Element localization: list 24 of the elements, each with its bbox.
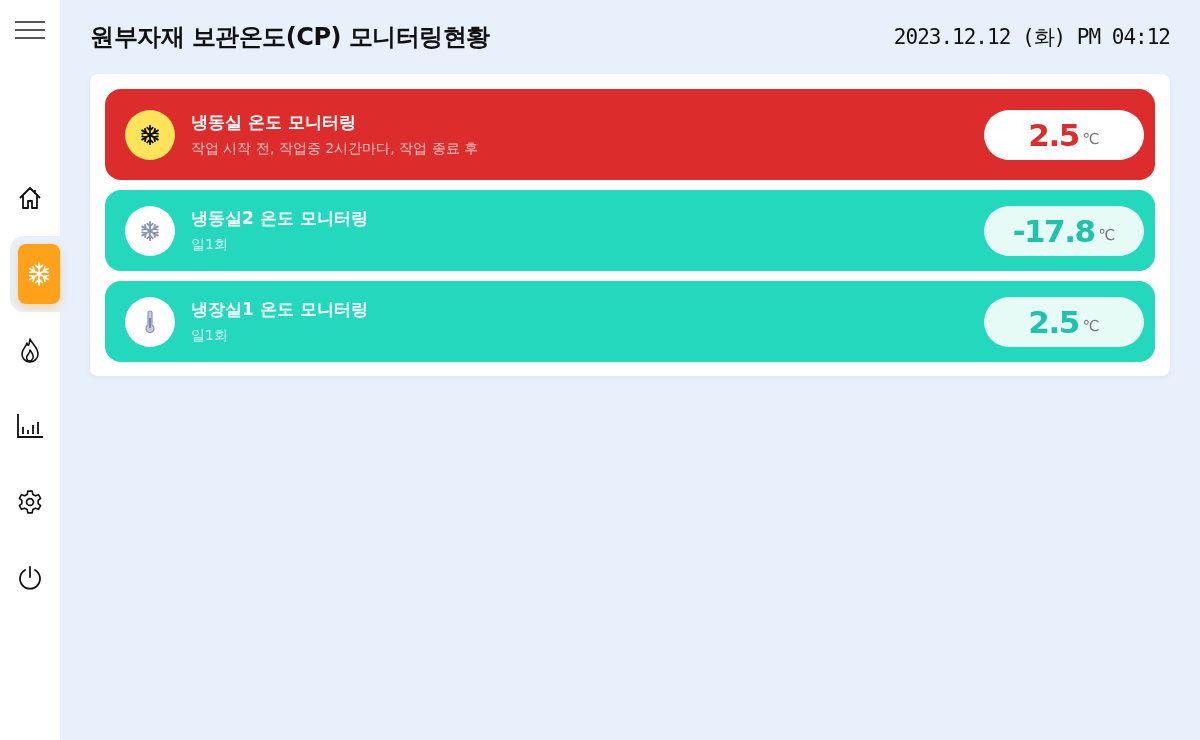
menu-button[interactable] bbox=[15, 20, 45, 40]
home-icon bbox=[17, 185, 43, 211]
monitor-schedule: 일1회 bbox=[191, 236, 229, 254]
settings-icon bbox=[17, 489, 43, 515]
monitor-schedule: 일1회 bbox=[191, 327, 229, 345]
temperature-readout: 2.5℃ bbox=[984, 109, 1144, 160]
flame-icon bbox=[20, 337, 40, 363]
snowflake-icon bbox=[139, 123, 161, 146]
temperature-readout: 2.5℃ bbox=[984, 296, 1144, 347]
monitor-title: 냉동실 온도 모니터링 bbox=[191, 111, 357, 134]
snowflake-icon bbox=[26, 261, 52, 287]
power-icon bbox=[17, 565, 43, 591]
monitor-card[interactable]: 냉동실2 온도 모니터링 일1회 -17.8℃ bbox=[105, 190, 1155, 271]
bar-chart-icon bbox=[16, 413, 44, 439]
thermometer-icon bbox=[144, 309, 156, 334]
page-title: 원부자재 보관온도(CP) 모니터링현황 bbox=[90, 22, 490, 53]
temperature-readout: -17.8℃ bbox=[984, 205, 1144, 256]
monitor-schedule: 작업 시작 전, 작업중 2시간마다, 작업 종료 후 bbox=[191, 140, 479, 158]
monitor-title: 냉동실2 온도 모니터링 bbox=[191, 207, 369, 230]
snowflake-icon bbox=[139, 219, 161, 242]
monitor-card[interactable]: 냉장실1 온도 모니터링 일1회 2.5℃ bbox=[105, 281, 1155, 362]
monitor-card[interactable]: 냉동실 온도 모니터링 작업 시작 전, 작업중 2시간마다, 작업 종료 후 2.5℃ bbox=[105, 89, 1155, 180]
date-time: 2023.12.12 (화) PM 04:12 bbox=[893, 24, 1170, 51]
monitor-title: 냉장실1 온도 모니터링 bbox=[191, 298, 369, 321]
